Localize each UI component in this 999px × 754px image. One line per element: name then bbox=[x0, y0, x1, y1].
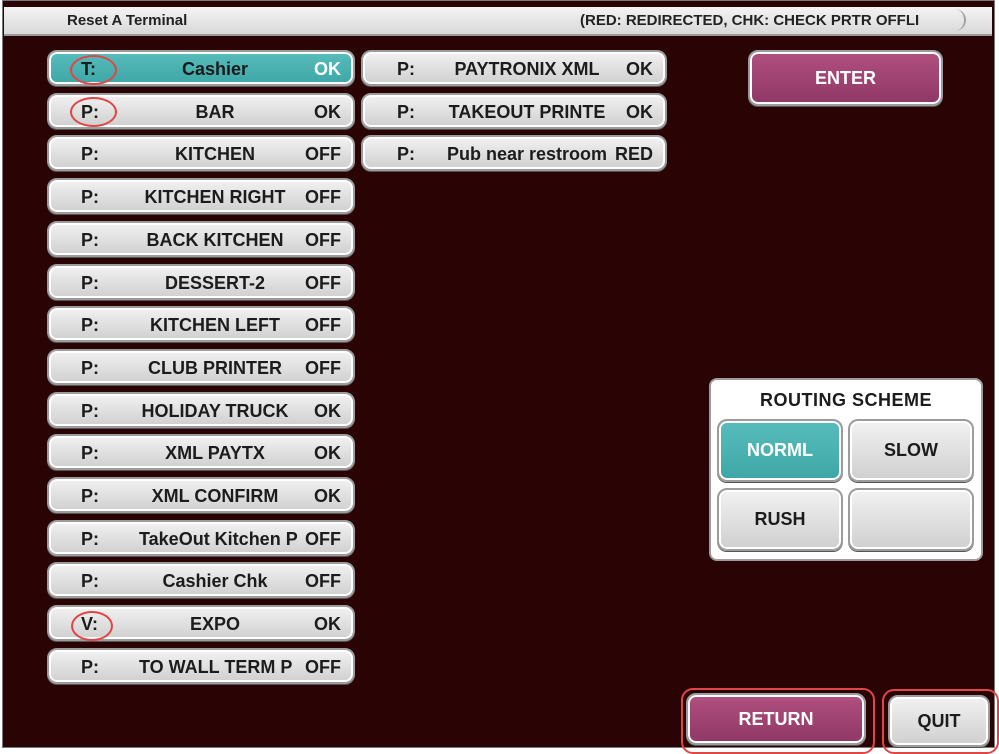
device-name: KITCHEN bbox=[175, 144, 255, 165]
device-name: TO WALL TERM P bbox=[139, 656, 293, 677]
device-name: KITCHEN LEFT bbox=[150, 315, 280, 336]
device-status: OFF bbox=[305, 229, 341, 250]
device-status: OFF bbox=[305, 528, 341, 549]
device-status: OK bbox=[314, 486, 341, 506]
routing-normal-button[interactable]: NORML bbox=[717, 419, 843, 482]
quit-button[interactable]: QUIT bbox=[888, 695, 990, 747]
device-type: P: bbox=[81, 528, 99, 549]
device-status: OFF bbox=[305, 187, 341, 208]
device-button[interactable]: V: EXPO OK bbox=[47, 605, 355, 642]
routing-normal-label: NORML bbox=[747, 440, 813, 460]
device-name: TAKEOUT PRINTE bbox=[448, 101, 606, 122]
device-button[interactable]: P: KITCHEN LEFT OFF bbox=[47, 306, 355, 343]
routing-slow-button[interactable]: SLOW bbox=[848, 419, 974, 482]
device-button[interactable]: T: Cashier OK bbox=[47, 50, 355, 86]
device-name: PAYTRONIX XML bbox=[454, 59, 600, 79]
device-button[interactable]: P: TO WALL TERM P OFF bbox=[47, 647, 355, 684]
device-button[interactable]: P: Cashier Chk OFF bbox=[47, 562, 355, 599]
device-status: OK bbox=[314, 400, 341, 421]
device-type: P: bbox=[81, 272, 99, 293]
device-status: OFF bbox=[305, 315, 341, 336]
device-button[interactable]: P: BAR OK bbox=[47, 92, 355, 129]
device-status: OK bbox=[314, 101, 341, 122]
routing-rush-button[interactable]: RUSH bbox=[717, 488, 843, 551]
routing-empty-button[interactable] bbox=[848, 488, 974, 551]
status-legend: (RED: REDIRECTED, CHK: CHECK PRTR OFFLI bbox=[580, 12, 920, 29]
device-type: P: bbox=[81, 101, 99, 122]
device-type: P: bbox=[397, 59, 415, 79]
device-name: DESSERT-2 bbox=[164, 272, 266, 293]
device-button[interactable]: P: XML PAYTX OK bbox=[47, 434, 355, 471]
device-button[interactable]: P: BACK KITCHEN OFF bbox=[47, 220, 355, 257]
device-status: OFF bbox=[305, 357, 341, 378]
device-type: P: bbox=[81, 486, 99, 506]
device-type: P: bbox=[81, 443, 99, 464]
device-button[interactable]: P: HOLIDAY TRUCK OK bbox=[47, 391, 355, 428]
device-status: OK bbox=[314, 614, 341, 635]
quit-button-label: QUIT bbox=[917, 711, 961, 731]
device-button[interactable]: P: KITCHEN RIGHT OFF bbox=[47, 178, 355, 215]
device-type: P: bbox=[81, 144, 99, 165]
device-status: OK bbox=[314, 59, 341, 79]
title-bar-endcap bbox=[946, 9, 966, 31]
device-type: P: bbox=[397, 101, 415, 122]
device-name: EXPO bbox=[189, 614, 241, 635]
device-status: RED bbox=[614, 144, 653, 165]
device-type: P: bbox=[81, 656, 99, 677]
device-type: P: bbox=[81, 315, 99, 336]
enter-button[interactable]: ENTER bbox=[748, 50, 943, 106]
device-type: P: bbox=[81, 571, 99, 592]
routing-slow-label: SLOW bbox=[884, 440, 938, 460]
device-name: TakeOut Kitchen P bbox=[139, 528, 298, 549]
device-status: OK bbox=[314, 443, 341, 464]
device-button[interactable]: P: DESSERT-2 OFF bbox=[47, 263, 355, 300]
device-name: XML PAYTX bbox=[165, 443, 265, 464]
device-type: T: bbox=[81, 59, 96, 79]
device-status: OFF bbox=[305, 656, 341, 677]
device-name: Pub near restroom bbox=[446, 144, 608, 165]
device-name: HOLIDAY TRUCK bbox=[141, 400, 289, 421]
device-type: V: bbox=[81, 614, 99, 635]
device-button[interactable]: P: CLUB PRINTER OFF bbox=[47, 348, 355, 385]
device-button[interactable]: P: KITCHEN OFF bbox=[47, 135, 355, 172]
device-type: P: bbox=[81, 400, 99, 421]
routing-scheme-title: ROUTING SCHEME bbox=[759, 390, 932, 410]
device-name: XML CONFIRM bbox=[151, 486, 279, 506]
device-type: P: bbox=[81, 229, 99, 250]
return-button-label: RETURN bbox=[738, 709, 814, 729]
device-status: OK bbox=[626, 59, 653, 79]
routing-rush-label: RUSH bbox=[754, 509, 806, 529]
device-status: OK bbox=[626, 101, 653, 122]
routing-scheme-panel: ROUTING SCHEME NORML SLOW RUSH bbox=[709, 378, 983, 561]
device-name: Cashier bbox=[181, 59, 249, 79]
device-type: P: bbox=[397, 144, 415, 165]
device-name: Cashier Chk bbox=[162, 571, 268, 592]
window-title: Reset A Terminal bbox=[67, 12, 188, 29]
device-name: BACK KITCHEN bbox=[146, 229, 284, 250]
device-name: BAR bbox=[195, 101, 235, 122]
device-status: OFF bbox=[305, 571, 341, 592]
device-type: P: bbox=[81, 357, 99, 378]
device-button[interactable]: P: TAKEOUT PRINTE OK bbox=[361, 92, 667, 129]
device-type: P: bbox=[81, 187, 99, 208]
device-name: CLUB PRINTER bbox=[148, 357, 282, 378]
device-button[interactable]: P: Pub near restroom RED bbox=[361, 135, 667, 172]
return-button[interactable]: RETURN bbox=[686, 693, 866, 745]
device-status: OFF bbox=[305, 144, 341, 165]
device-status: OFF bbox=[305, 272, 341, 293]
device-button[interactable]: P: PAYTRONIX XML OK bbox=[361, 50, 667, 86]
device-button[interactable]: P: TakeOut Kitchen P OFF bbox=[47, 519, 355, 556]
enter-button-label: ENTER bbox=[814, 68, 876, 88]
device-name: KITCHEN RIGHT bbox=[144, 187, 286, 208]
title-bar: Reset A Terminal (RED: REDIRECTED, CHK: … bbox=[4, 7, 992, 36]
device-button[interactable]: P: XML CONFIRM OK bbox=[47, 477, 355, 513]
